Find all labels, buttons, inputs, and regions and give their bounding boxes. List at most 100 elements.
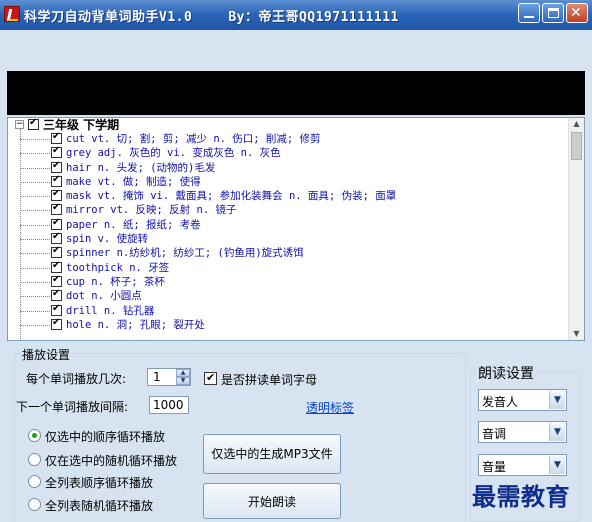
chevron-down-icon[interactable]: ▼ <box>549 456 565 474</box>
word-entry-text: make vt. 做; 制造; 使得 <box>66 175 201 188</box>
pitch-select[interactable]: 音调 ▼ <box>478 421 567 443</box>
mode-label-0[interactable]: 仅选中的顺序循环播放 <box>45 428 165 445</box>
read-settings-title: 朗读设置 <box>476 363 536 383</box>
tree-connector <box>20 310 50 312</box>
mode-label-3[interactable]: 全列表随机循环播放 <box>45 497 153 514</box>
word-entry-text: drill n. 钻孔器 <box>66 304 155 317</box>
tree-scrollbar[interactable]: ▲ ▼ <box>568 118 584 340</box>
close-button[interactable]: ✕ <box>566 3 588 23</box>
word-list-item[interactable]: mask vt. 掩饰 vi. 戴面具; 参加化装舞会 n. 面具; 伪装; 面… <box>8 188 568 203</box>
word-checkbox[interactable] <box>51 288 62 302</box>
tree-connector <box>20 181 50 183</box>
app-title: 科学刀自动背单词助手V1.0 <box>24 10 193 25</box>
minimize-button[interactable] <box>518 3 540 23</box>
tree-connector <box>20 210 50 212</box>
window-title: 科学刀自动背单词助手V1.0 By：帝王哥QQ1971111111 <box>24 6 399 25</box>
word-list-item[interactable]: spinner n.纺纱机; 纺纱工; (钓鱼用)旋式诱饵 <box>8 245 568 260</box>
word-tree: − 三年级 下学期 cut vt. 切; 割; 剪; 减少 n. 伤口; 削减;… <box>7 117 585 341</box>
repeat-count-stepper[interactable]: 1 ▲ ▼ <box>147 368 191 386</box>
play-settings-title: 播放设置 <box>20 346 73 363</box>
word-list-item[interactable]: dot n. 小圆点 <box>8 288 568 303</box>
tree-list: − 三年级 下学期 cut vt. 切; 割; 剪; 减少 n. 伤口; 削减;… <box>8 118 568 340</box>
word-list-item[interactable]: grey adj. 灰色的 vi. 变成灰色 n. 灰色 <box>8 145 568 160</box>
word-checkbox[interactable] <box>51 202 62 216</box>
close-icon: ✕ <box>570 5 582 21</box>
start-reading-button[interactable]: 开始朗读 <box>203 483 341 519</box>
word-checkbox[interactable] <box>51 188 62 202</box>
mode-radio-3[interactable] <box>28 498 41 511</box>
word-list-item[interactable]: make vt. 做; 制造; 使得 <box>8 174 568 189</box>
word-entry-text: hair n. 头发; (动物的)毛发 <box>66 161 216 174</box>
root-checkbox[interactable] <box>28 118 39 130</box>
word-list-item[interactable]: spin v. 使旋转 <box>8 231 568 246</box>
word-entry-text: hole n. 洞; 孔眼; 裂开处 <box>66 318 205 331</box>
spell-letters-checkbox[interactable] <box>204 371 217 385</box>
word-checkbox[interactable] <box>51 274 62 287</box>
mode-radio-0[interactable] <box>28 429 41 442</box>
mode-label-2[interactable]: 全列表顺序循环播放 <box>45 474 153 491</box>
tree-connector <box>20 196 50 198</box>
word-list-item[interactable]: mirror vt. 反映; 反射 n. 镜子 <box>8 202 568 217</box>
collapse-icon[interactable]: − <box>15 120 24 129</box>
word-entry-text: grey adj. 灰色的 vi. 变成灰色 n. 灰色 <box>66 147 281 160</box>
mode-label-1[interactable]: 仅在选中的随机循环播放 <box>45 452 177 469</box>
interval-label: 下一个单词播放间隔: <box>16 400 129 414</box>
window-controls: ✕ <box>518 3 588 23</box>
tree-connector <box>20 224 50 226</box>
word-list-item[interactable]: hair n. 头发; (动物的)毛发 <box>8 160 568 175</box>
tree-connector <box>20 281 50 283</box>
interval-input[interactable]: 1000 <box>149 396 189 414</box>
tree-connector <box>20 139 50 140</box>
word-checkbox[interactable] <box>51 245 62 259</box>
tree-items: cut vt. 切; 割; 剪; 减少 n. 伤口; 削减; 修剪 grey ad… <box>8 131 568 332</box>
word-entry-text: mirror vt. 反映; 反射 n. 镜子 <box>66 204 237 217</box>
word-entry-text: cup n. 杯子; 茶杯 <box>66 275 165 288</box>
generate-mp3-button[interactable]: 仅选中的生成MP3文件 <box>203 434 341 474</box>
mode-radio-1[interactable] <box>28 453 41 466</box>
word-checkbox[interactable] <box>51 145 62 159</box>
tree-root-label: 三年级 下学期 <box>43 118 120 132</box>
tree-connector <box>20 296 50 298</box>
tree-connector <box>20 239 50 241</box>
word-entry-text: toothpick n. 牙签 <box>66 261 170 274</box>
word-list-item[interactable]: hole n. 洞; 孔眼; 裂开处 <box>8 317 568 332</box>
volume-select[interactable]: 音量 ▼ <box>478 454 567 476</box>
tree-connector <box>20 324 50 326</box>
word-entry-text: spin v. 使旋转 <box>66 233 149 246</box>
increment-icon[interactable]: ▲ <box>176 369 190 377</box>
spell-letters-label: 是否拼读单词字母 <box>221 373 318 387</box>
word-checkbox[interactable] <box>51 160 62 173</box>
word-checkbox[interactable] <box>51 231 62 245</box>
speaker-select[interactable]: 发音人 ▼ <box>478 389 567 411</box>
scroll-thumb[interactable] <box>571 132 582 160</box>
maximize-icon <box>548 8 559 18</box>
word-entry-text: dot n. 小圆点 <box>66 290 142 303</box>
minimize-icon <box>524 16 534 18</box>
transparent-label-link[interactable]: 透明标签 <box>306 399 354 416</box>
mode-radio-2[interactable] <box>28 475 41 488</box>
watermark-logo: 最需教育 <box>472 482 570 511</box>
chevron-down-icon[interactable]: ▼ <box>549 423 565 441</box>
word-checkbox[interactable] <box>51 131 62 144</box>
word-entry-text: mask vt. 掩饰 vi. 戴面具; 参加化装舞会 n. 面具; 伪装; 面… <box>66 190 397 203</box>
tree-root[interactable]: − 三年级 下学期 <box>8 118 568 132</box>
word-list-item[interactable]: paper n. 纸; 报纸; 考卷 <box>8 217 568 232</box>
tree-connector <box>20 167 50 169</box>
decrement-icon[interactable]: ▼ <box>176 377 190 385</box>
word-checkbox[interactable] <box>51 217 62 230</box>
word-list-item[interactable]: drill n. 钻孔器 <box>8 303 568 318</box>
repeat-count-value[interactable]: 1 <box>153 370 161 384</box>
word-checkbox[interactable] <box>51 174 62 187</box>
word-checkbox[interactable] <box>51 260 62 273</box>
scroll-up-icon[interactable]: ▲ <box>569 118 584 130</box>
word-list-item[interactable]: cut vt. 切; 割; 剪; 减少 n. 伤口; 削减; 修剪 <box>8 131 568 146</box>
scroll-down-icon[interactable]: ▼ <box>569 328 584 340</box>
word-checkbox[interactable] <box>51 303 62 316</box>
word-checkbox[interactable] <box>51 317 62 330</box>
word-list-item[interactable]: cup n. 杯子; 茶杯 <box>8 274 568 289</box>
tree-connector <box>20 267 50 269</box>
word-list-item[interactable]: toothpick n. 牙签 <box>8 260 568 275</box>
chevron-down-icon[interactable]: ▼ <box>549 391 565 409</box>
maximize-button[interactable] <box>542 3 564 23</box>
word-entry-text: spinner n.纺纱机; 纺纱工; (钓鱼用)旋式诱饵 <box>66 247 304 260</box>
